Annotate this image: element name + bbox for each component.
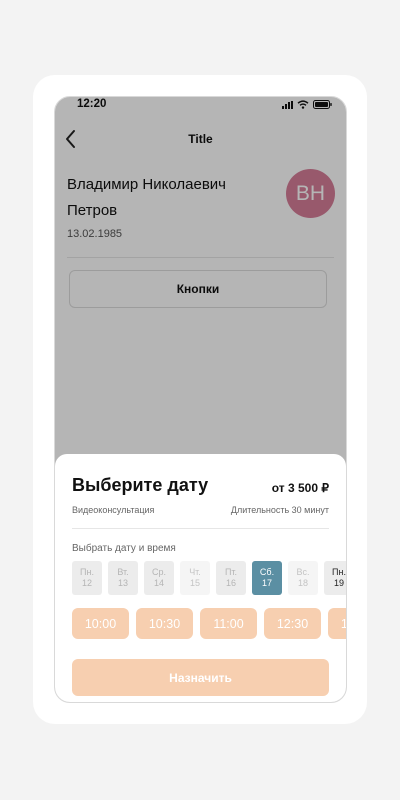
sheet-title: Выберите дату (72, 475, 209, 495)
day-number: 14 (153, 578, 164, 588)
price-label: от 3 500 ₽ (271, 481, 329, 495)
day-number: 17 (261, 578, 272, 588)
day-chip[interactable]: Пн. 12 (72, 561, 102, 595)
time-slot[interactable]: 10:30 (136, 608, 193, 639)
pick-date-label: Выбрать дату и время (72, 543, 176, 554)
time-slot[interactable]: 13:00 (328, 608, 346, 639)
time-slot[interactable]: 12:30 (264, 608, 321, 639)
time-slot[interactable]: 11:00 (200, 608, 257, 639)
date-picker-sheet: Выберите дату от 3 500 ₽ Видеоконсультац… (55, 454, 346, 702)
day-number: 18 (297, 578, 308, 588)
day-number: 13 (117, 578, 128, 588)
day-chip[interactable]: Ср. 14 (144, 561, 174, 595)
phone-screen: 12:20 Title Владимир Николаевич Петров 1… (54, 96, 347, 703)
day-weekday: Пн. (332, 567, 346, 577)
day-chip[interactable]: Вс. 18 (288, 561, 318, 595)
day-number: 15 (189, 578, 200, 588)
divider (72, 528, 329, 529)
time-slots: 10:00 10:30 11:00 12:30 13:00 (72, 608, 346, 639)
day-weekday: Вс. (296, 567, 310, 577)
duration-label: Длительность 30 минут (230, 505, 329, 515)
day-chip[interactable]: Вт. 13 (108, 561, 138, 595)
day-selector: Пн. 12 Вт. 13 Ср. 14 Чт. 15 Пт. 16 Сб. 1… (72, 561, 346, 595)
day-number: 12 (81, 578, 92, 588)
day-weekday: Чт. (189, 567, 201, 577)
time-slot[interactable]: 10:00 (72, 608, 129, 639)
day-weekday: Пт. (224, 567, 238, 577)
day-chip-selected[interactable]: Сб. 17 (252, 561, 282, 595)
day-number: 19 (333, 578, 344, 588)
day-weekday: Ср. (151, 567, 166, 577)
day-number: 16 (225, 578, 236, 588)
day-weekday: Пн. (80, 567, 94, 577)
day-weekday: Вт. (117, 567, 129, 577)
day-chip[interactable]: Пн. 19 (324, 561, 346, 595)
assign-button[interactable]: Назначить (72, 659, 329, 696)
day-chip[interactable]: Чт. 15 (180, 561, 210, 595)
day-weekday: Сб. (259, 567, 275, 577)
consultation-type: Видеоконсультация (72, 505, 155, 515)
day-chip[interactable]: Пт. 16 (216, 561, 246, 595)
